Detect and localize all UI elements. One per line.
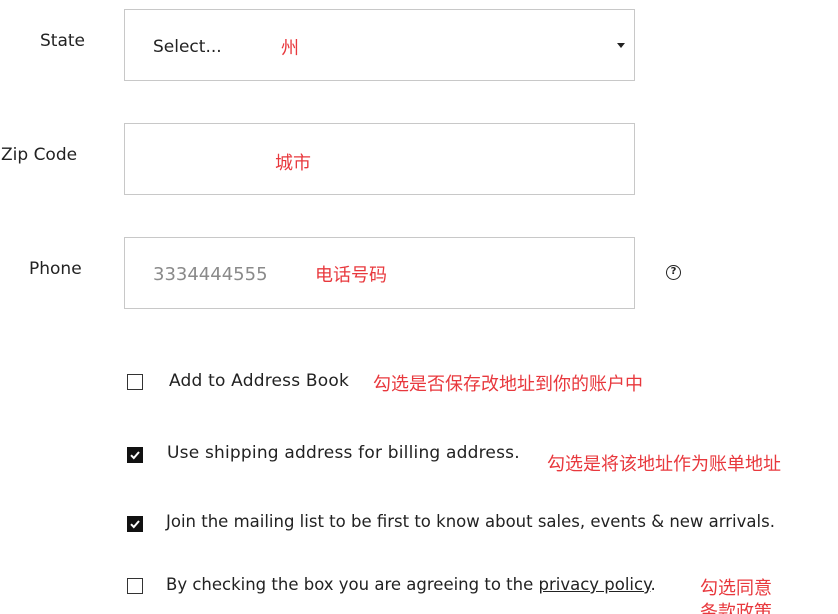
question-circle-icon[interactable]: ? <box>666 265 681 280</box>
zip-code-input[interactable] <box>124 123 635 195</box>
privacy-policy-suffix: . <box>650 575 656 594</box>
state-select[interactable]: Select... <box>124 9 635 81</box>
privacy-policy-checkbox[interactable] <box>127 578 143 594</box>
privacy-policy-link[interactable]: privacy policy <box>538 575 650 594</box>
add-to-address-book-checkbox[interactable] <box>127 374 143 390</box>
zip-code-label: Zip Code <box>1 145 78 165</box>
add-to-address-book-annotation: 勾选是否保存改地址到你的账户中 <box>373 374 643 395</box>
check-icon <box>130 520 140 529</box>
billing-same-as-shipping-checkbox[interactable] <box>127 447 143 463</box>
mailing-list-checkbox[interactable] <box>127 516 143 532</box>
phone-annotation: 电话号码 <box>315 265 387 286</box>
billing-same-as-shipping-label[interactable]: Use shipping address for billing address… <box>167 443 520 463</box>
billing-same-as-shipping-annotation: 勾选是将该地址作为账单地址 <box>547 454 781 475</box>
privacy-policy-annotation-line2: 条款政策 <box>700 602 772 614</box>
caret-down-icon <box>617 43 625 48</box>
state-annotation: 州 <box>281 38 299 59</box>
mailing-list-label[interactable]: Join the mailing list to be first to kno… <box>166 512 775 531</box>
privacy-policy-prefix: By checking the box you are agreeing to … <box>166 575 539 594</box>
check-icon <box>130 451 140 460</box>
zip-code-annotation: 城市 <box>275 153 311 174</box>
privacy-policy-label[interactable]: By checking the box you are agreeing to … <box>166 575 656 594</box>
phone-label: Phone <box>29 259 82 279</box>
checkout-address-form: State Select... 州 Zip Code 城市 Phone 3334… <box>0 0 838 614</box>
phone-placeholder: 3334444555 <box>153 264 268 285</box>
state-select-value: Select... <box>153 37 222 57</box>
state-label: State <box>40 31 85 51</box>
add-to-address-book-label[interactable]: Add to Address Book <box>169 371 349 391</box>
privacy-policy-annotation-line1: 勾选同意 <box>700 578 772 599</box>
